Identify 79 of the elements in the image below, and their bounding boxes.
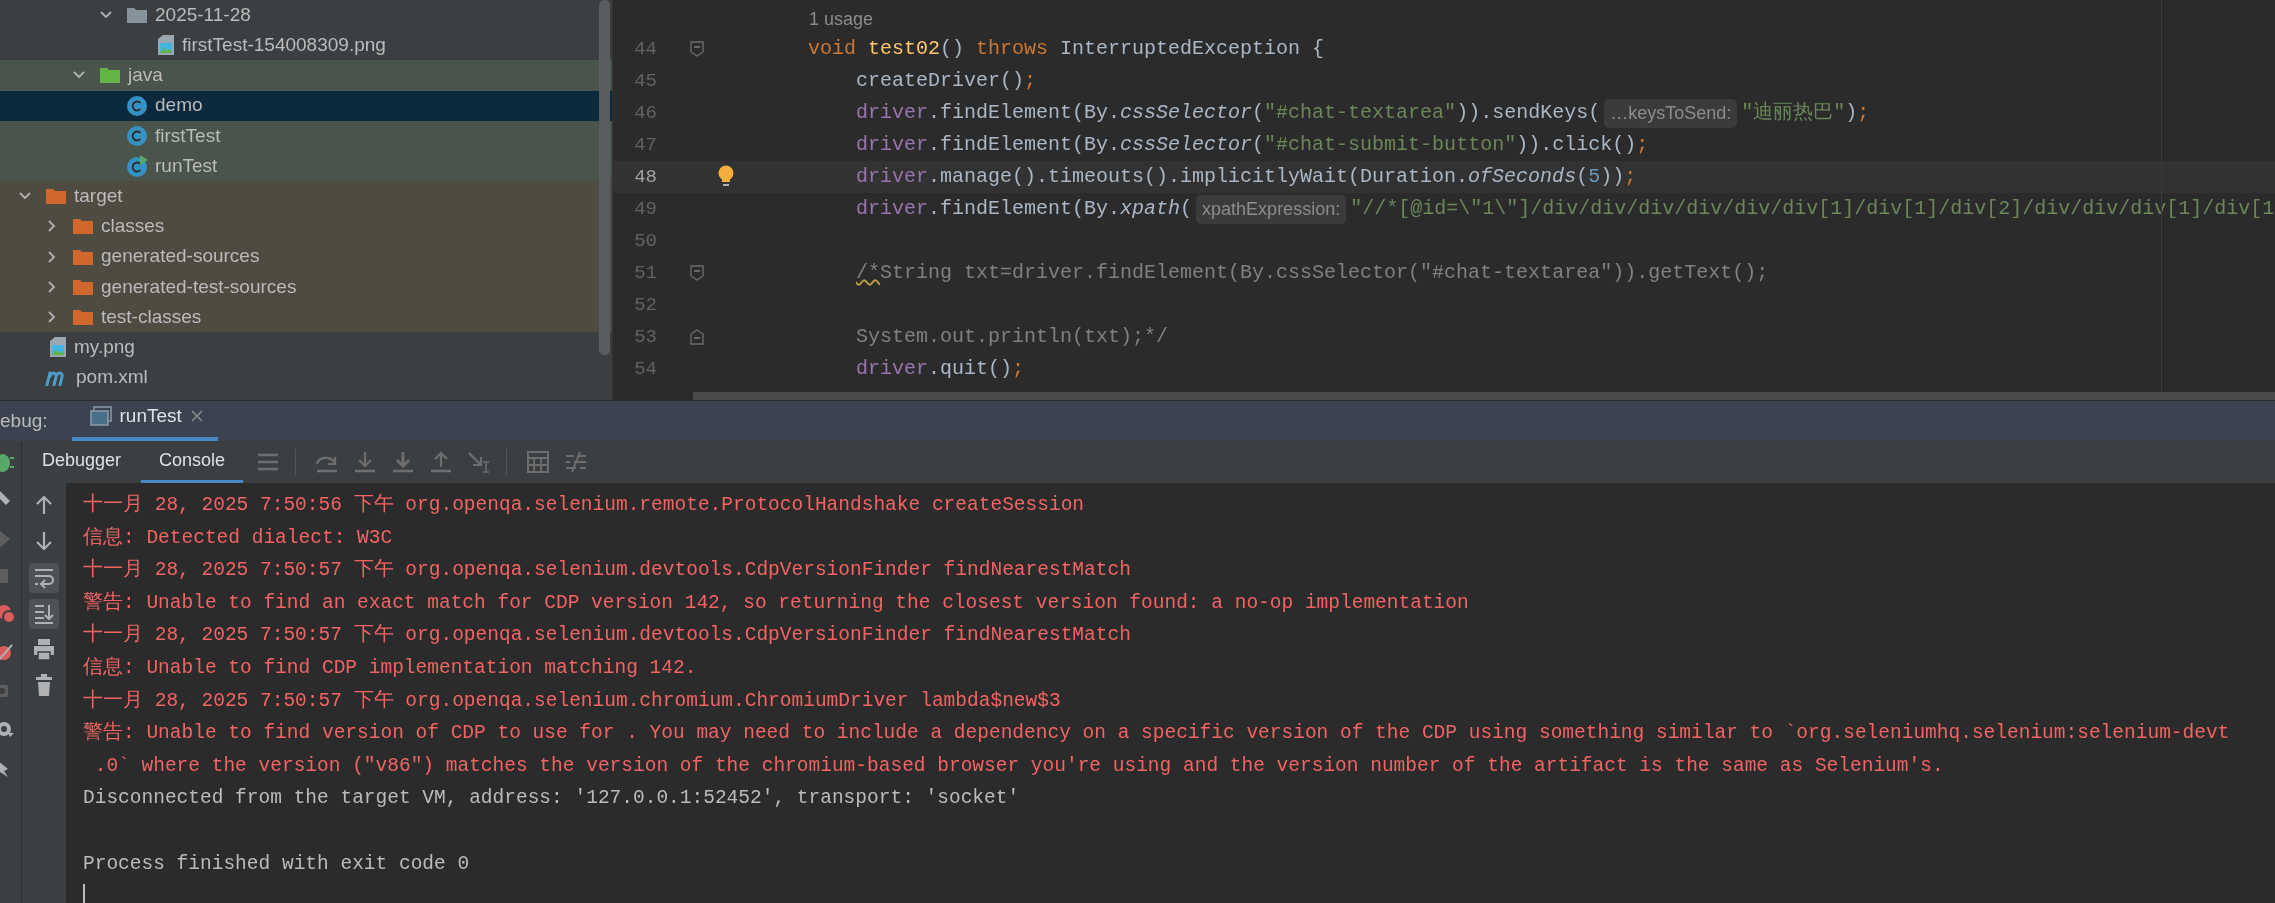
vertical-scrollbar[interactable] — [599, 0, 610, 355]
folder-icon — [126, 6, 148, 25]
folder-icon — [72, 217, 94, 236]
image-file-icon — [49, 336, 67, 359]
log-line: 十一月 28, 2025 7:50:56 下午 org.openqa.selenium.remote.ProtocolHandshake createSession — [83, 492, 1086, 518]
tree-item[interactable]: 2025-11-28 — [0, 0, 612, 31]
fold-end-icon[interactable] — [690, 329, 704, 345]
line-number: 49 — [633, 196, 657, 222]
tree-item[interactable]: java — [0, 60, 612, 91]
soft-wrap-button[interactable] — [29, 563, 59, 593]
scroll-to-end-button[interactable] — [29, 599, 59, 629]
code-text: createDriver(); — [856, 68, 1037, 94]
tree-item[interactable]: generated-test-sources — [0, 271, 612, 302]
line-number: 45 — [633, 68, 657, 94]
tree-item[interactable]: my.png — [0, 332, 612, 363]
tree-item[interactable]: firstTest-154008309.png — [0, 30, 612, 61]
code-text: driver.manage().timeouts().implicitlyWait(Duration.ofSeconds(5)); — [856, 164, 1637, 190]
log-line: Process finished with exit code 0 — [83, 851, 471, 877]
tree-item[interactable]: firstTest — [0, 120, 612, 151]
window-icon — [89, 406, 112, 426]
calculator-icon[interactable] — [525, 450, 552, 474]
tree-item[interactable]: pom.xml — [0, 362, 612, 393]
line-number: 54 — [633, 356, 657, 382]
parameter-hint: …keysToSend: — [1604, 98, 1738, 128]
line-number: 44 — [633, 36, 657, 62]
soft-wrap-icon — [33, 566, 55, 590]
log-line: 十一月 28, 2025 7:50:57 下午 org.openqa.selenium.devtools.CdpVersionFinder findNearestMatch — [83, 622, 1132, 649]
code-text: driver.findElement(By.xpath( — [856, 196, 1193, 222]
code-text: /*String txt=driver.findElement(By.cssSelector("#chat-textarea")).getText(); — [856, 260, 1769, 286]
code-text: "//*[@id=\"1\"]/div/div/div/div/div/div[1]/div[1]/div[2]/div/div/div[1]/div[1 — [1350, 196, 2275, 222]
debug-subtab[interactable]: Debugger — [24, 441, 140, 483]
line-number: 53 — [633, 324, 657, 350]
panel-title: ebug: — [0, 408, 48, 433]
code-text: System.out.println(txt);*/ — [856, 324, 1169, 350]
tree-item[interactable]: classes — [0, 211, 612, 242]
line-number: 46 — [633, 100, 657, 126]
code-text: driver.quit(); — [856, 356, 1025, 382]
log-line: 警告: Unable to find version of CDP to use for . You may need to include a dependency on a specific version of the CDP using something similar to `org.seleniumhq.selenium:selenium-devt — [83, 720, 2230, 747]
trash-icon — [33, 674, 55, 698]
fold-icon[interactable] — [690, 265, 704, 281]
horizontal-scrollbar[interactable] — [693, 392, 2275, 400]
folder-icon — [99, 66, 121, 85]
debug-subtab[interactable]: Console — [141, 441, 244, 483]
fold-icon[interactable] — [690, 41, 704, 57]
tree-item[interactable]: target — [0, 181, 612, 212]
folder-icon — [72, 277, 94, 296]
print-icon — [33, 638, 55, 662]
image-file-icon — [157, 34, 175, 57]
line-number: 52 — [633, 292, 657, 318]
runnable-class-icon — [126, 155, 148, 178]
log-line: 信息: Detected dialect: W3C — [83, 525, 394, 551]
lightbulb-icon[interactable] — [717, 165, 735, 189]
folder-icon — [72, 247, 94, 266]
class-icon — [126, 124, 148, 147]
code-text: driver.findElement(By.cssSelector("#chat-textarea")).sendKeys( — [856, 100, 1601, 126]
code-text: void test02() throws InterruptedException { — [808, 36, 1325, 62]
tree-item[interactable]: demo — [0, 90, 612, 121]
folder-icon — [72, 307, 94, 326]
class-icon — [126, 94, 148, 117]
log-line: .0` where the version ("v86") matches the version of the chromium-based browser you're using and the version number of the artifact is the same as Selenium's. — [93, 753, 1945, 779]
log-line: 信息: Unable to find CDP implementation matching 142. — [83, 655, 698, 681]
log-line: 十一月 28, 2025 7:50:57 下午 org.openqa.selenium.chromium.ChromiumDriver lambda$new$3 — [83, 688, 1062, 714]
tree-item[interactable]: test-classes — [0, 301, 612, 333]
log-line: Disconnected from the target VM, address: '127.0.0.1:52452', transport: 'socket' — [83, 786, 1021, 812]
folder-icon — [45, 187, 67, 206]
line-number: 50 — [633, 228, 657, 254]
parameter-hint: xpathExpression: — [1196, 194, 1347, 224]
line-number: 51 — [633, 260, 657, 286]
code-text: driver.findElement(By.cssSelector("#chat-submit-button")).click(); — [856, 132, 1649, 158]
tree-item[interactable]: generated-sources — [0, 241, 612, 272]
log-line: 警告: Unable to find an exact match for CDP version 142, so returning the closest version found: a no-op implementation — [83, 590, 1470, 616]
line-number: 47 — [633, 132, 657, 158]
close-icon[interactable] — [189, 409, 204, 423]
tree-item[interactable]: runTest — [0, 150, 612, 182]
line-number: 48 — [633, 164, 657, 190]
code-text: "迪丽热巴"); — [1741, 100, 1870, 126]
usage-link[interactable]: 1 usage — [809, 6, 874, 33]
log-line: 十一月 28, 2025 7:50:57 下午 org.openqa.selenium.devtools.CdpVersionFinder findNearestMatch — [83, 557, 1132, 584]
scroll-to-end-icon — [33, 602, 55, 626]
